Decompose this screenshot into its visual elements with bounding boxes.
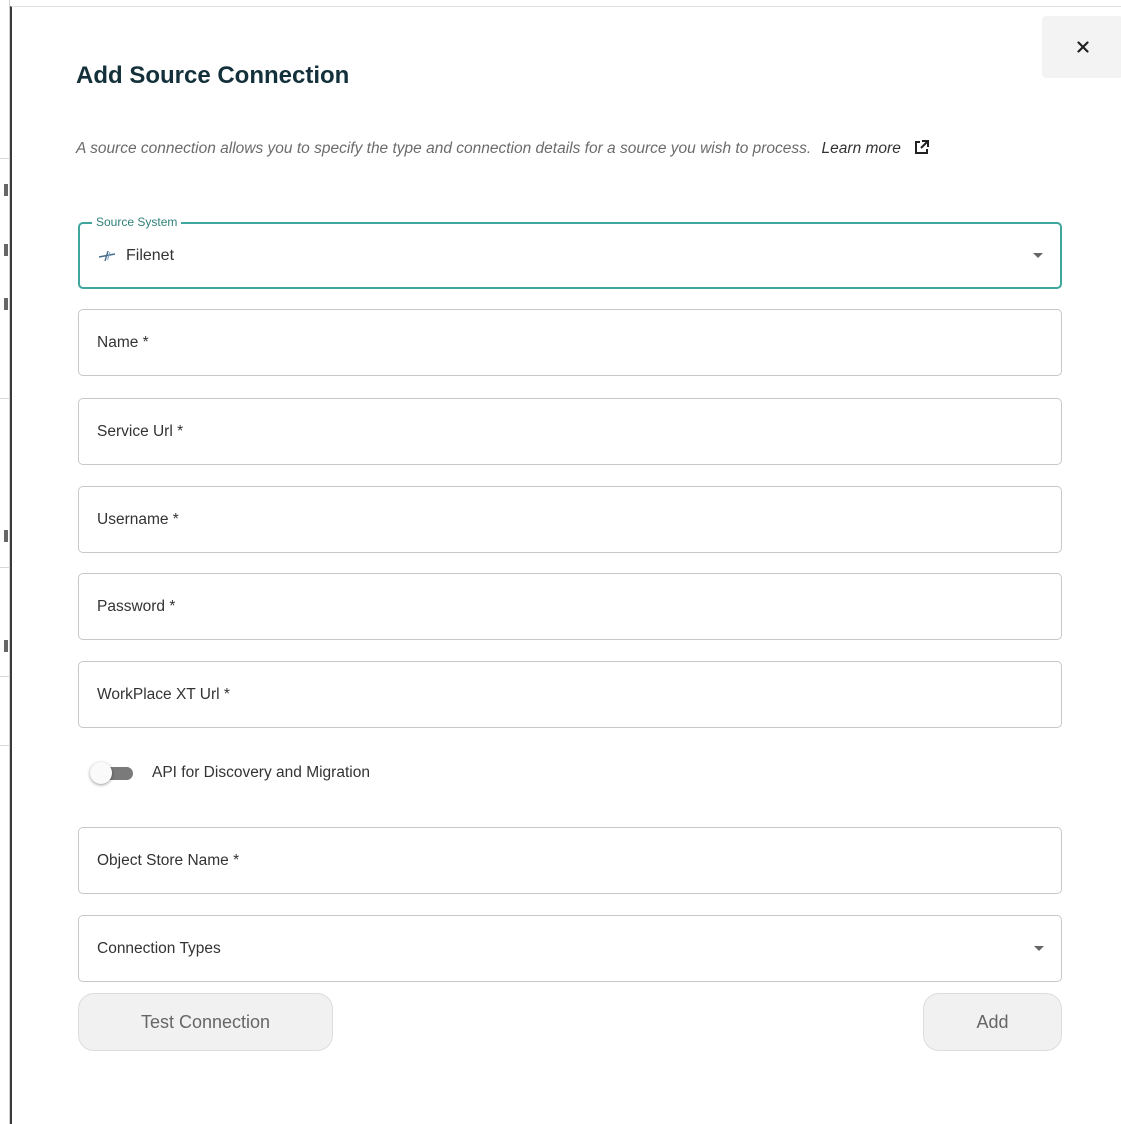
password-field[interactable]: Password * <box>78 573 1062 640</box>
password-field-label: Password * <box>97 598 176 615</box>
service-url-field-label: Service Url * <box>97 423 184 440</box>
source-system-value: Filenet <box>98 247 174 265</box>
dialog-description: A source connection allows you to specif… <box>76 139 930 158</box>
dialog-title: Add Source Connection <box>76 62 350 89</box>
learn-more-link[interactable]: Learn more <box>822 140 931 157</box>
username-field-label: Username * <box>97 511 179 528</box>
connection-types-select[interactable]: Connection Types <box>78 915 1062 982</box>
workplace-xt-url-field-label: WorkPlace XT Url * <box>97 686 230 703</box>
object-store-name-field-label: Object Store Name * <box>97 852 240 869</box>
background-text-fragment <box>4 530 8 542</box>
background-divider <box>0 567 10 568</box>
source-system-label: Filenet <box>126 247 175 264</box>
test-connection-button[interactable]: Test Connection <box>78 993 333 1051</box>
chevron-down-icon <box>1034 946 1044 951</box>
connection-types-label: Connection Types <box>97 940 221 957</box>
name-field[interactable]: Name * <box>78 309 1062 376</box>
source-system-select[interactable]: Source System Filenet <box>78 215 1062 289</box>
api-discovery-toggle-label: API for Discovery and Migration <box>152 764 370 781</box>
background-text-fragment <box>4 184 8 196</box>
name-field-label: Name * <box>97 334 149 351</box>
background-page <box>0 0 10 1124</box>
object-store-name-field[interactable]: Object Store Name * <box>78 827 1062 894</box>
workplace-xt-url-field[interactable]: WorkPlace XT Url * <box>78 661 1062 728</box>
description-text: A source connection allows you to specif… <box>76 140 812 157</box>
close-icon <box>1076 41 1089 53</box>
background-text-fragment <box>4 298 8 310</box>
background-text-fragment <box>4 244 8 256</box>
username-field[interactable]: Username * <box>78 486 1062 553</box>
background-divider <box>0 676 10 677</box>
service-url-field[interactable]: Service Url * <box>78 398 1062 465</box>
source-system-legend: Source System <box>92 215 182 229</box>
background-text-fragment <box>4 640 8 652</box>
add-source-connection-dialog: Add Source Connection A source connectio… <box>10 6 1121 1124</box>
external-link-icon <box>915 140 930 154</box>
add-button[interactable]: Add <box>923 993 1062 1051</box>
close-button[interactable] <box>1042 16 1121 78</box>
background-divider <box>0 745 10 746</box>
api-discovery-toggle[interactable] <box>90 762 134 784</box>
background-divider <box>0 158 10 159</box>
learn-more-label: Learn more <box>821 140 901 157</box>
filenet-logo-icon <box>98 251 116 261</box>
chevron-down-icon <box>1033 253 1043 258</box>
api-discovery-toggle-row: API for Discovery and Migration <box>90 762 370 784</box>
background-divider <box>0 398 10 399</box>
toggle-thumb <box>90 762 112 784</box>
